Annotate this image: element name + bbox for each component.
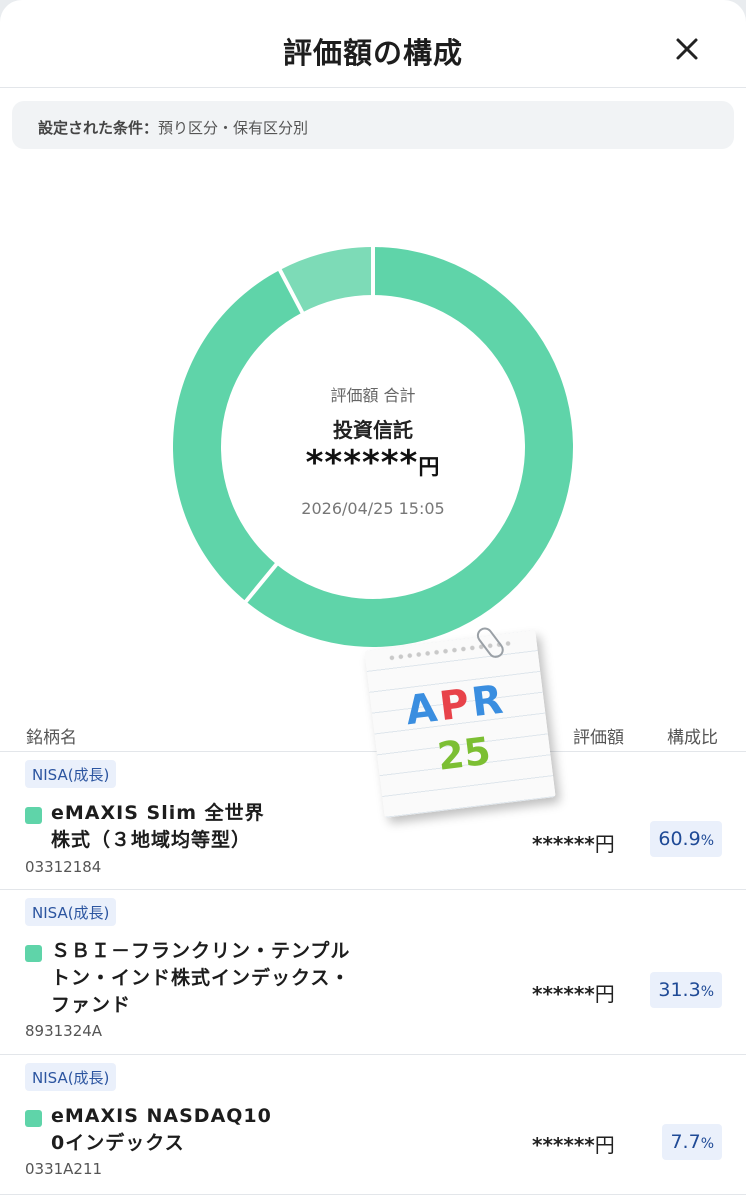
nisa-badge: NISA(成長): [25, 760, 117, 788]
nisa-badge: NISA(成長): [25, 898, 117, 926]
ratio-percent: %: [700, 1136, 714, 1152]
fund-value-unit: 円: [594, 982, 615, 1006]
fund-code: 03312184: [25, 858, 102, 876]
sticker-day: 25: [435, 728, 494, 779]
fund-value-unit: 円: [594, 1133, 615, 1157]
ratio-chip: 7.7%: [662, 1124, 722, 1160]
legend-swatch: [25, 1110, 42, 1127]
total-value-unit: 円: [418, 455, 441, 479]
table-row[interactable]: NISA(成長) eMAXIS NASDAQ10 0インデックス 0331A21…: [0, 1055, 746, 1195]
fund-name-line: eMAXIS Slim 全世界: [51, 802, 265, 824]
fund-name: eMAXIS Slim 全世界 株式（３地域均等型）: [51, 800, 381, 854]
ratio-chip: 31.3%: [650, 972, 722, 1008]
close-button[interactable]: [672, 34, 702, 64]
fund-name-line: eMAXIS NASDAQ10: [51, 1105, 272, 1127]
ratio-percent: %: [700, 984, 714, 1000]
date-sticker: APR 25: [364, 624, 556, 818]
fund-code: 0331A211: [25, 1160, 103, 1178]
fund-name-line: トン・インド株式インデックス・: [51, 967, 351, 989]
ratio-value: 7.7: [670, 1131, 701, 1153]
fund-code: 8931324A: [25, 1022, 103, 1040]
fund-value: ******円: [532, 828, 615, 857]
sticker-letter: A: [403, 684, 443, 735]
ratio-chip: 60.9%: [650, 821, 722, 857]
column-header-value: 評価額: [573, 728, 624, 748]
table-row[interactable]: NISA(成長) ＳＢＩ－フランクリン・テンプル トン・インド株式インデックス・…: [0, 890, 746, 1055]
ratio-value: 60.9: [658, 828, 701, 850]
table-row[interactable]: NISA(成長) eMAXIS Slim 全世界 株式（３地域均等型） 0331…: [0, 752, 746, 890]
condition-value: 預り区分・保有区分別: [158, 119, 309, 137]
fund-name-line: ＳＢＩ－フランクリン・テンプル: [51, 940, 351, 962]
fund-name-line: ファンド: [51, 994, 132, 1016]
fund-value-number: ******: [532, 832, 595, 856]
timestamp: 2026/04/25 15:05: [301, 499, 445, 518]
page-title: 評価額の構成: [282, 36, 463, 70]
fund-name-line: 0インデックス: [51, 1132, 185, 1154]
asset-type: 投資信託: [333, 418, 413, 442]
nisa-badge: NISA(成長): [25, 1063, 117, 1091]
column-header-name: 銘柄名: [26, 728, 77, 748]
total-label: 評価額 合計: [330, 386, 416, 405]
total-value-number: ******: [305, 443, 419, 483]
condition-bar: 設定された条件：預り区分・保有区分別: [12, 101, 734, 149]
fund-name: ＳＢＩ－フランクリン・テンプル トン・インド株式インデックス・ ファンド: [51, 938, 381, 1019]
fund-value-number: ******: [532, 982, 595, 1006]
fund-name: eMAXIS NASDAQ10 0インデックス: [51, 1103, 381, 1157]
sheet-header: 評価額の構成: [0, 0, 746, 88]
ratio-value: 31.3: [658, 979, 701, 1001]
ratio-percent: %: [700, 833, 714, 849]
bottom-sheet: 評価額の構成 設定された条件：預り区分・保有区分別 評価額 合計 投資信託 **…: [0, 0, 746, 1200]
condition-label: 設定された条件：: [38, 119, 159, 137]
close-icon: [676, 38, 698, 60]
fund-value: ******円: [532, 978, 615, 1007]
fund-name-line: 株式（３地域均等型）: [51, 829, 252, 851]
sticker-letter: R: [469, 676, 509, 727]
total-value: ******円: [0, 443, 746, 483]
legend-swatch: [25, 807, 42, 824]
fund-value-unit: 円: [594, 832, 615, 856]
fund-value-number: ******: [532, 1133, 595, 1157]
fund-value: ******円: [532, 1129, 615, 1158]
column-header-ratio: 構成比: [667, 728, 718, 748]
legend-swatch: [25, 945, 42, 962]
